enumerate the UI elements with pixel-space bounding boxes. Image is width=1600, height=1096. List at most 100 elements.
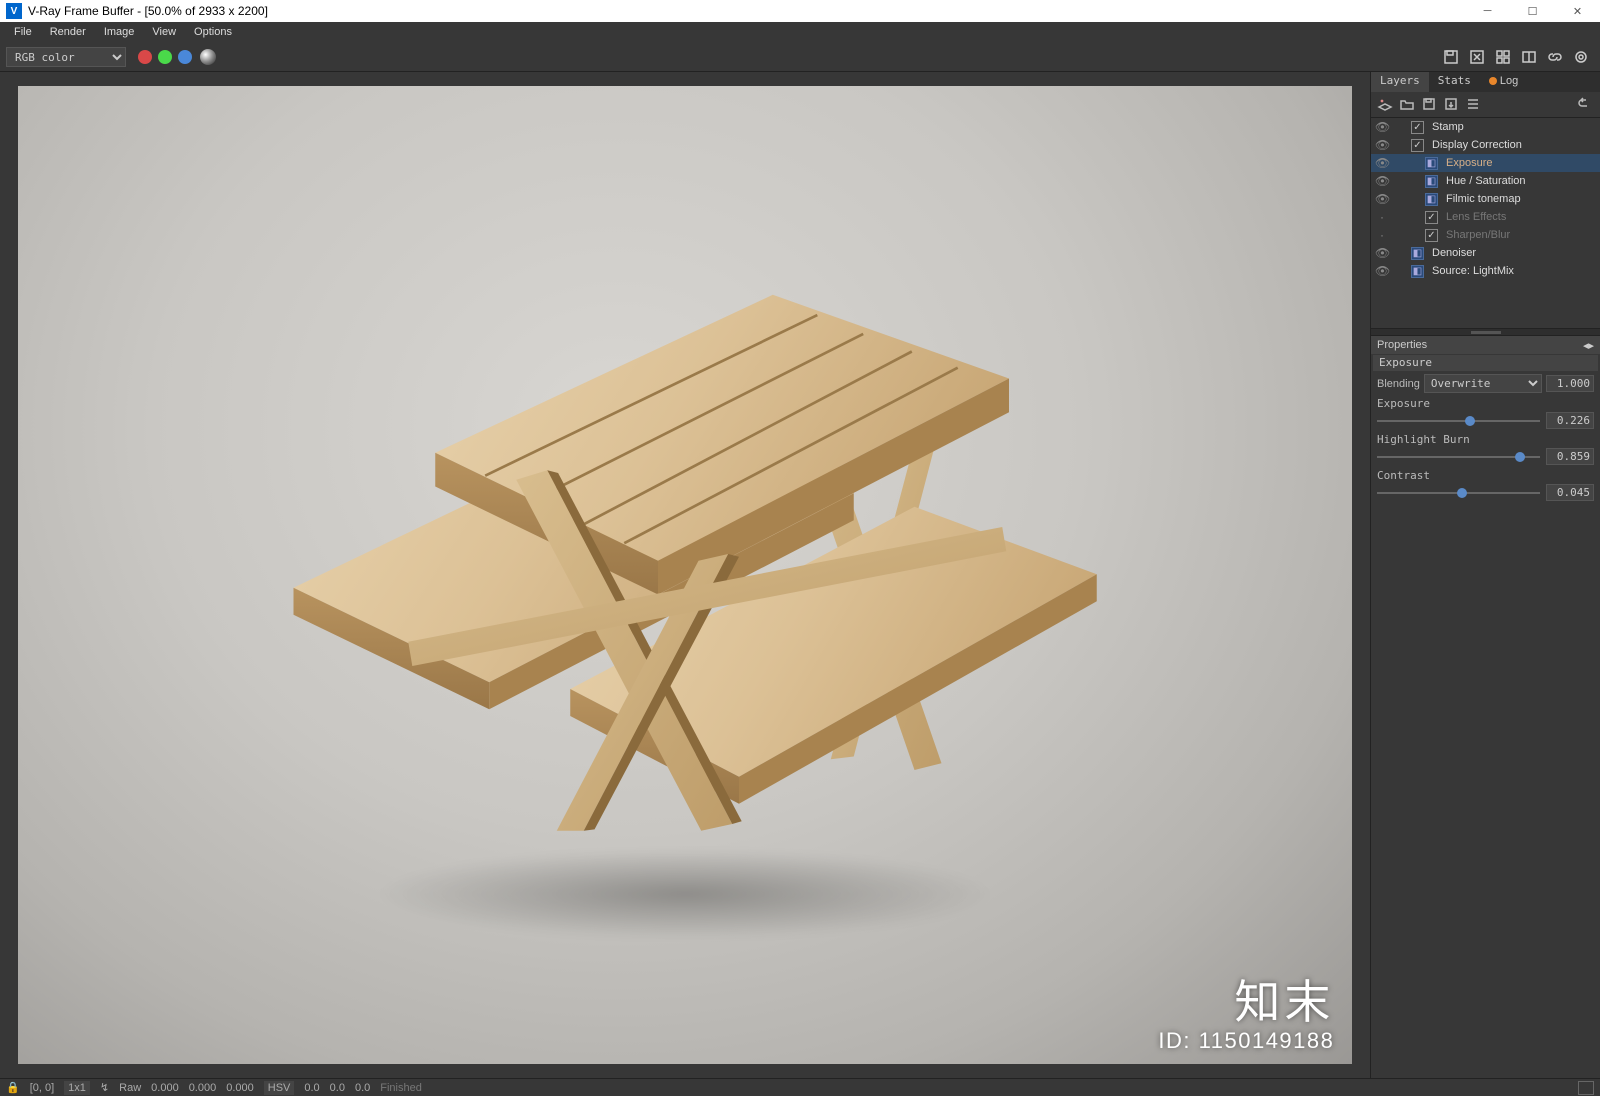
layer-row[interactable]: 👁 ◧ Exposure (1371, 154, 1600, 172)
settings-icon[interactable] (1568, 44, 1594, 70)
eye-icon[interactable]: 👁 (1375, 156, 1389, 170)
layer-type-icon: ◧ (1425, 175, 1438, 188)
save-all-icon[interactable] (1464, 44, 1490, 70)
layer-name: Exposure (1446, 157, 1492, 169)
slider-track[interactable] (1377, 456, 1540, 458)
menu-options[interactable]: Options (186, 24, 240, 40)
layer-name: Hue / Saturation (1446, 175, 1526, 187)
link-icon[interactable] (1542, 44, 1568, 70)
layer-row[interactable]: 👁 ◧ Filmic tonemap (1371, 190, 1600, 208)
minimize-button[interactable]: ─ (1465, 0, 1510, 22)
render-canvas[interactable]: 知末 ID: 1150149188 (4, 76, 1366, 1074)
slider-track[interactable] (1377, 492, 1540, 494)
layer-type-icon: ✓ (1425, 211, 1438, 224)
slider-thumb[interactable] (1515, 452, 1525, 462)
status-b: 0.000 (226, 1082, 254, 1094)
panel-divider[interactable] (1371, 328, 1600, 336)
watermark: 知末 ID: 1150149188 (1158, 966, 1334, 1054)
slider-value-input[interactable] (1546, 448, 1594, 465)
menu-render[interactable]: Render (42, 24, 94, 40)
blue-channel-dot[interactable] (178, 50, 192, 64)
eye-icon[interactable]: · (1375, 228, 1389, 242)
status-coords: [0, 0] (30, 1082, 54, 1094)
properties-header[interactable]: Properties◂▸ (1371, 336, 1600, 354)
layers-list: 👁✓Stamp👁✓Display Correction👁◧Exposure👁◧H… (1371, 118, 1600, 328)
slider-thumb[interactable] (1457, 488, 1467, 498)
layer-type-icon: ◧ (1411, 265, 1424, 278)
blending-opacity-input[interactable] (1546, 375, 1594, 392)
add-layer-icon[interactable] (1377, 96, 1395, 114)
expand-icon[interactable]: ◂▸ (1583, 339, 1594, 352)
status-r: 0.000 (151, 1082, 179, 1094)
status-s: 0.0 (330, 1082, 345, 1094)
window-title: V-Ray Frame Buffer - [50.0% of 2933 x 22… (28, 4, 1465, 18)
eye-icon[interactable]: 👁 (1375, 192, 1389, 206)
status-size[interactable]: 1x1 (64, 1081, 90, 1095)
menu-file[interactable]: File (6, 24, 40, 40)
layer-row[interactable]: ·✓Sharpen/Blur (1371, 226, 1600, 244)
status-h: 0.0 (304, 1082, 319, 1094)
channel-select[interactable]: RGB color (6, 47, 126, 67)
property-name: Exposure (1373, 355, 1598, 371)
blending-mode-select[interactable]: Overwrite (1424, 374, 1542, 393)
slider-thumb[interactable] (1465, 416, 1475, 426)
status-mode[interactable]: HSV (264, 1081, 295, 1095)
eye-icon[interactable]: · (1375, 210, 1389, 224)
tab-layers[interactable]: Layers (1371, 72, 1429, 92)
status-g: 0.000 (189, 1082, 217, 1094)
layer-row[interactable]: 👁✓Display Correction (1371, 136, 1600, 154)
folder-icon[interactable] (1399, 96, 1417, 114)
menubar: File Render Image View Options (0, 22, 1600, 42)
statusbar: 🔒 [0, 0] 1x1 ↯ Raw 0.000 0.000 0.000 HSV… (0, 1078, 1600, 1096)
list-icon[interactable] (1465, 96, 1483, 114)
red-channel-dot[interactable] (138, 50, 152, 64)
layer-row[interactable]: 👁 ◧ Hue / Saturation (1371, 172, 1600, 190)
layer-type-icon: ◧ (1425, 157, 1438, 170)
alpha-sphere-icon[interactable] (200, 49, 216, 65)
layer-type-icon: ◧ (1425, 193, 1438, 206)
app-icon: V (6, 3, 22, 19)
layer-type-icon: ✓ (1411, 139, 1424, 152)
tab-stats[interactable]: Stats (1429, 72, 1480, 92)
eye-icon[interactable]: 👁 (1375, 174, 1389, 188)
load-layers-icon[interactable] (1443, 96, 1461, 114)
eye-icon[interactable]: 👁 (1375, 138, 1389, 152)
green-channel-dot[interactable] (158, 50, 172, 64)
menu-image[interactable]: Image (96, 24, 143, 40)
close-button[interactable]: ✕ (1555, 0, 1600, 22)
side-panel: Layers Stats Log 👁✓Stamp👁✓Display Correc… (1370, 72, 1600, 1078)
slider-value-input[interactable] (1546, 412, 1594, 429)
tab-log[interactable]: Log (1480, 72, 1527, 92)
eye-icon[interactable]: 👁 (1375, 264, 1389, 278)
eye-icon[interactable]: 👁 (1375, 120, 1389, 134)
layer-name: Filmic tonemap (1446, 193, 1521, 205)
slider-track[interactable] (1377, 420, 1540, 422)
region-icon[interactable] (1490, 44, 1516, 70)
layers-toolbar (1371, 92, 1600, 118)
menu-view[interactable]: View (144, 24, 184, 40)
layer-name: Sharpen/Blur (1446, 229, 1510, 241)
save-icon[interactable] (1438, 44, 1464, 70)
curve-icon[interactable]: ↯ (100, 1081, 109, 1094)
log-dot-icon (1489, 77, 1497, 85)
layer-name: Stamp (1432, 121, 1464, 133)
slider-label: Contrast (1377, 469, 1594, 482)
toolbar: RGB color (0, 42, 1600, 72)
layer-row[interactable]: 👁◧Denoiser (1371, 244, 1600, 262)
expand-status-icon[interactable] (1578, 1081, 1594, 1095)
layer-row[interactable]: ·✓Lens Effects (1371, 208, 1600, 226)
blending-label: Blending (1377, 378, 1420, 390)
layer-name: Denoiser (1432, 247, 1476, 259)
status-state: Finished (380, 1082, 422, 1094)
side-tabs: Layers Stats Log (1371, 72, 1600, 92)
undo-icon[interactable] (1576, 96, 1594, 114)
lock-icon[interactable]: 🔒 (6, 1081, 20, 1094)
compare-icon[interactable] (1516, 44, 1542, 70)
eye-icon[interactable]: 👁 (1375, 246, 1389, 260)
save-layers-icon[interactable] (1421, 96, 1439, 114)
render-content (253, 271, 1117, 838)
layer-row[interactable]: 👁✓Stamp (1371, 118, 1600, 136)
maximize-button[interactable]: ☐ (1510, 0, 1555, 22)
layer-row[interactable]: 👁◧Source: LightMix (1371, 262, 1600, 280)
slider-value-input[interactable] (1546, 484, 1594, 501)
